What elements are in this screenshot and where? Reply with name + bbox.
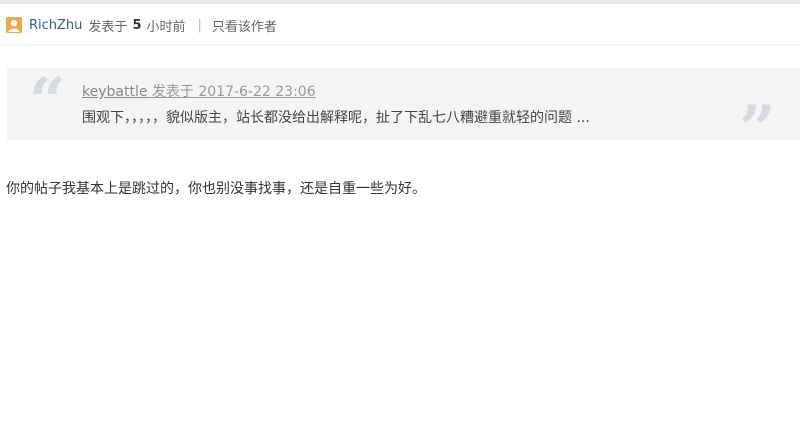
post-page: RichZhu 发表于 5 小时前 | 只看该作者 “ keybattle 发表… [0, 0, 800, 421]
user-avatar-icon[interactable] [6, 17, 22, 33]
posted-time-unit: 小时前 [146, 19, 186, 35]
posted-time-value: 5 [132, 17, 142, 33]
open-quote-icon: “ [29, 64, 66, 139]
quote-block: “ keybattle 发表于 2017-6-22 23:06 围观下，，，，，… [7, 64, 800, 162]
author-name-link[interactable]: RichZhu [29, 18, 82, 33]
reply-content: 你的帖子我基本上是跳过的，你也别没事找事，还是自重一些为好。 [6, 181, 426, 197]
posted-label: 发表于 [88, 19, 128, 35]
header-divider [0, 44, 800, 45]
quote-user-link[interactable]: keybattle [82, 84, 147, 100]
meta-separator: | [197, 17, 202, 33]
close-quote-icon: ” [739, 92, 776, 167]
top-border [0, 0, 800, 4]
post-author-bar: RichZhu 发表于 5 小时前 | 只看该作者 [6, 14, 277, 36]
quote-content: 围观下，，，，，貌似版主，站长都没给出解释呢，扯了下乱七八糟避重就轻的问题 ..… [82, 110, 590, 126]
quote-header: keybattle 发表于 2017-6-22 23:06 [82, 81, 316, 101]
only-author-link[interactable]: 只看该作者 [212, 16, 277, 35]
quote-posted-time: 发表于 2017-6-22 23:06 [151, 84, 316, 100]
